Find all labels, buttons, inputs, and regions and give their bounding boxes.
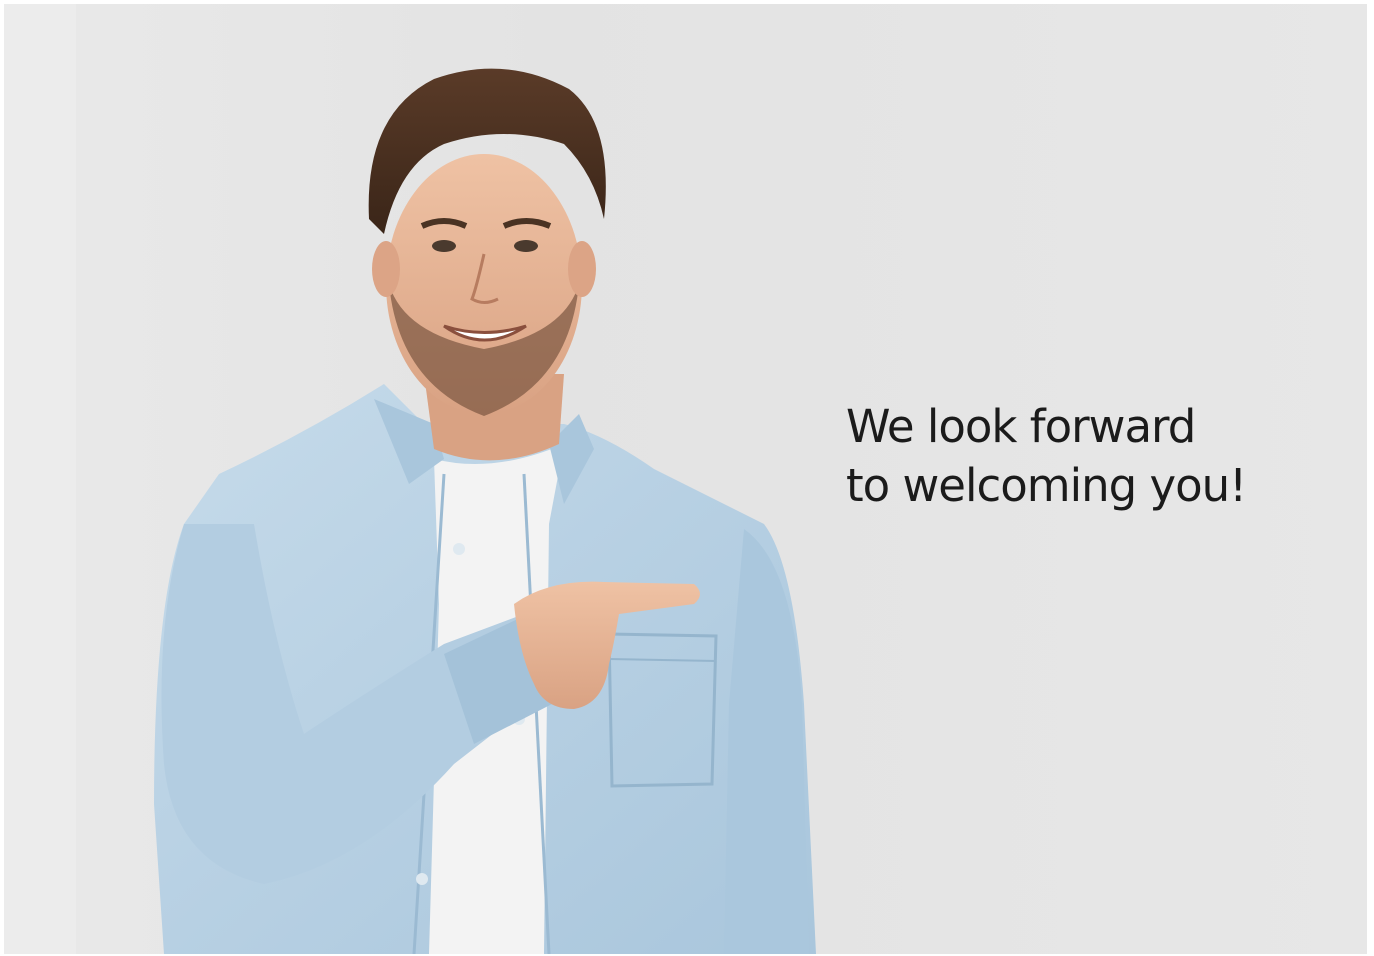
person-pointing-image [4,4,904,954]
welcome-banner: We look forward to welcoming you! [4,4,1367,954]
welcome-line-2: to welcoming you! [846,459,1247,512]
welcome-line-1: We look forward [846,400,1196,453]
welcome-message: We look forward to welcoming you! [846,397,1247,515]
